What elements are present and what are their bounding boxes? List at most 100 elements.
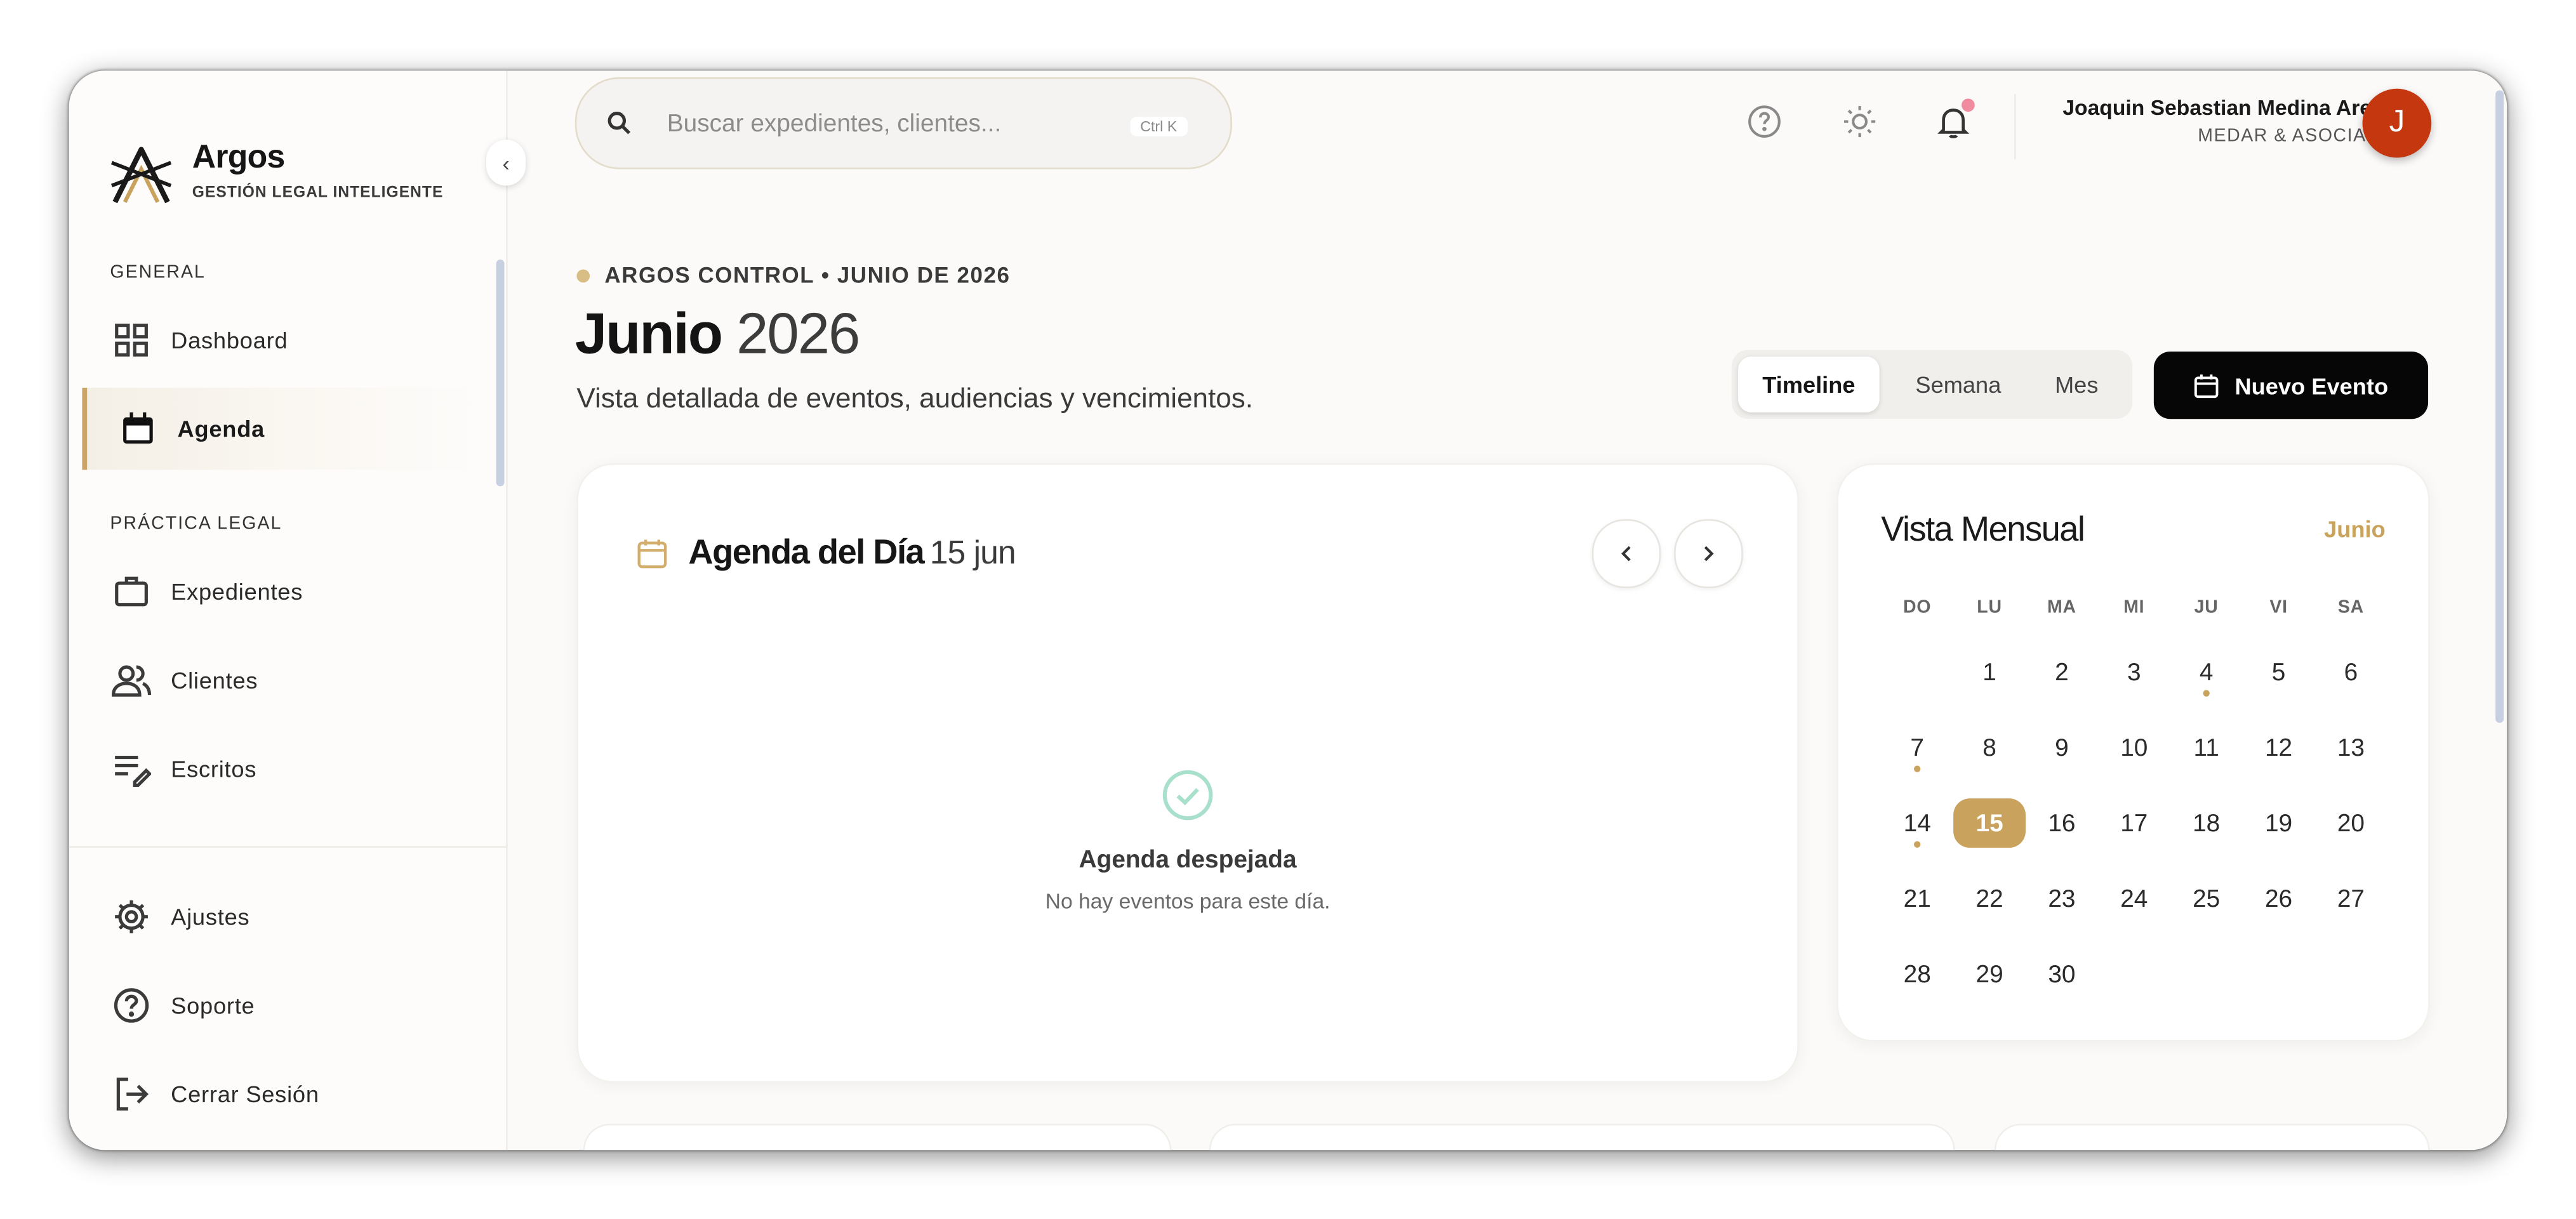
sidebar-item-label: Clientes: [171, 667, 258, 694]
sidebar-item-label: Expedientes: [171, 578, 303, 605]
page-eyebrow: ARGOS CONTROL • JUNIO DE 2026: [604, 263, 1011, 288]
calendar-day[interactable]: 18: [2170, 798, 2243, 848]
sidebar-item-agenda[interactable]: Agenda: [82, 388, 491, 470]
month-view-title: Vista Mensual: [1881, 511, 2085, 549]
calendar-day[interactable]: 16: [2026, 798, 2098, 848]
sidebar-item-dashboard[interactable]: Dashboard: [82, 299, 486, 381]
main-content: Buscar expedientes, clientes... Ctrl K J…: [506, 70, 2507, 1150]
grid-icon: [112, 320, 151, 360]
gear-icon: [112, 897, 151, 937]
calendar-day[interactable]: 14: [1881, 798, 1953, 848]
new-event-button[interactable]: Nuevo Evento: [2153, 352, 2429, 419]
prev-day-button[interactable]: [1591, 519, 1661, 588]
calendar-day[interactable]: 25: [2170, 874, 2243, 923]
calendar-day[interactable]: 26: [2243, 874, 2315, 923]
month-view-link[interactable]: Junio: [2324, 516, 2386, 542]
calendar-day[interactable]: 23: [2026, 874, 2098, 923]
calendar-day[interactable]: 4: [2170, 647, 2243, 697]
calendar-day[interactable]: 7: [1881, 723, 1953, 772]
calendar-day[interactable]: 24: [2098, 874, 2170, 923]
sidebar-item-escritos[interactable]: Escritos: [82, 728, 486, 810]
briefcase-icon: [112, 572, 151, 611]
calendar-day[interactable]: 6: [2314, 647, 2387, 697]
tab-semana[interactable]: Semana: [1892, 357, 2024, 412]
event-indicator-dot: [1914, 765, 1921, 772]
calendar-day-selected[interactable]: 15: [1953, 798, 2026, 848]
check-circle-icon: [1162, 770, 1213, 820]
calendar-day[interactable]: 17: [2098, 798, 2170, 848]
weekday-header: SA: [2337, 598, 2364, 618]
page-title: Junio 2026: [574, 302, 861, 368]
eyebrow-dot: [576, 269, 590, 283]
search-bar[interactable]: Buscar expedientes, clientes... Ctrl K: [574, 77, 1232, 169]
theme-toggle-icon[interactable]: [1842, 103, 1878, 140]
next-day-button[interactable]: [1674, 519, 1743, 588]
calendar-day[interactable]: 29: [1953, 949, 2026, 999]
calendar-day[interactable]: 5: [2243, 647, 2315, 697]
main-scrollbar[interactable]: [2495, 90, 2504, 723]
sidebar-item-label: Cerrar Sesión: [171, 1081, 319, 1107]
day-agenda-card: Agenda del Día 15 jun Agenda despejada N…: [576, 463, 1799, 1083]
search-input[interactable]: Buscar expedientes, clientes...: [667, 110, 1002, 138]
weekday-header: MI: [2123, 598, 2145, 618]
weekday-header: MA: [2047, 598, 2076, 618]
calendar-day[interactable]: 12: [2243, 723, 2315, 772]
calendar-day[interactable]: 3: [2098, 647, 2170, 697]
edit-note-icon: [112, 749, 152, 789]
calendar-day[interactable]: 10: [2098, 723, 2170, 772]
day-agenda-date: 15 jun: [929, 536, 1016, 572]
calendar-day[interactable]: 27: [2314, 874, 2387, 923]
calendar-day[interactable]: 2: [2026, 647, 2098, 697]
calendar-icon: [118, 409, 157, 449]
avatar[interactable]: J: [2362, 88, 2432, 158]
event-indicator-dot: [1914, 841, 1921, 848]
view-switch: Timeline Semana Mes: [1731, 350, 2133, 419]
calendar-day[interactable]: 28: [1881, 949, 1953, 999]
calendar-day[interactable]: 1: [1953, 647, 2026, 697]
weekday-header: JU: [2194, 598, 2219, 618]
weekday-header: VI: [2269, 598, 2288, 618]
brand-name: Argos: [192, 140, 285, 176]
chevron-left-icon: [1621, 546, 1631, 562]
event-indicator-dot: [2203, 690, 2210, 697]
tab-mes[interactable]: Mes: [2031, 357, 2123, 412]
search-shortcut-hint: Ctrl K: [1130, 116, 1187, 136]
calendar-day[interactable]: 9: [2026, 723, 2098, 772]
calendar-day[interactable]: 11: [2170, 723, 2243, 772]
sidebar-item-clientes[interactable]: Clientes: [82, 639, 486, 721]
title-month: Junio: [574, 302, 723, 367]
calendar-day[interactable]: 21: [1881, 874, 1953, 923]
calendar-day[interactable]: 20: [2314, 798, 2387, 848]
calendar-day[interactable]: 30: [2026, 949, 2098, 999]
help-circle-icon: [112, 985, 151, 1025]
calendar-day[interactable]: 8: [1953, 723, 2026, 772]
help-icon[interactable]: [1746, 103, 1783, 140]
day-agenda-title: Agenda del Día: [688, 534, 924, 572]
sidebar-item-ajustes[interactable]: Ajustes: [82, 876, 486, 958]
user-name: Joaquin Sebastian Medina Arenas: [2062, 95, 2409, 120]
search-icon: [607, 112, 631, 135]
card-preview: [1209, 1123, 1955, 1150]
card-preview: [1994, 1123, 2430, 1150]
collapse-sidebar-button[interactable]: ‹: [486, 140, 526, 186]
notification-badge: [1962, 98, 1975, 112]
sidebar-item-soporte[interactable]: Soporte: [82, 965, 486, 1046]
chevron-left-icon: ‹: [502, 150, 510, 175]
sidebar-item-expedientes[interactable]: Expedientes: [82, 550, 486, 632]
sidebar-item-cerrar-sesion[interactable]: Cerrar Sesión: [82, 1053, 486, 1135]
argos-logo: [110, 147, 172, 204]
calendar-day[interactable]: 19: [2243, 798, 2315, 848]
header-divider: [2014, 93, 2016, 160]
title-year: 2026: [736, 302, 860, 367]
sidebar-scrollbar[interactable]: [496, 260, 505, 487]
page-description: Vista detallada de eventos, audiencias y…: [576, 383, 1253, 414]
empty-state-subtitle: No hay eventos para este día.: [1045, 888, 1331, 914]
calendar-day[interactable]: 13: [2314, 723, 2387, 772]
calendar-day[interactable]: 22: [1953, 874, 2026, 923]
weekday-header: DO: [1903, 598, 1932, 618]
sidebar-item-label: Escritos: [171, 755, 257, 782]
new-event-label: Nuevo Evento: [2234, 372, 2389, 399]
logout-icon: [112, 1074, 151, 1114]
brand-tagline: GESTIÓN LEGAL INTELIGENTE: [192, 183, 444, 202]
tab-timeline[interactable]: Timeline: [1738, 356, 1880, 412]
